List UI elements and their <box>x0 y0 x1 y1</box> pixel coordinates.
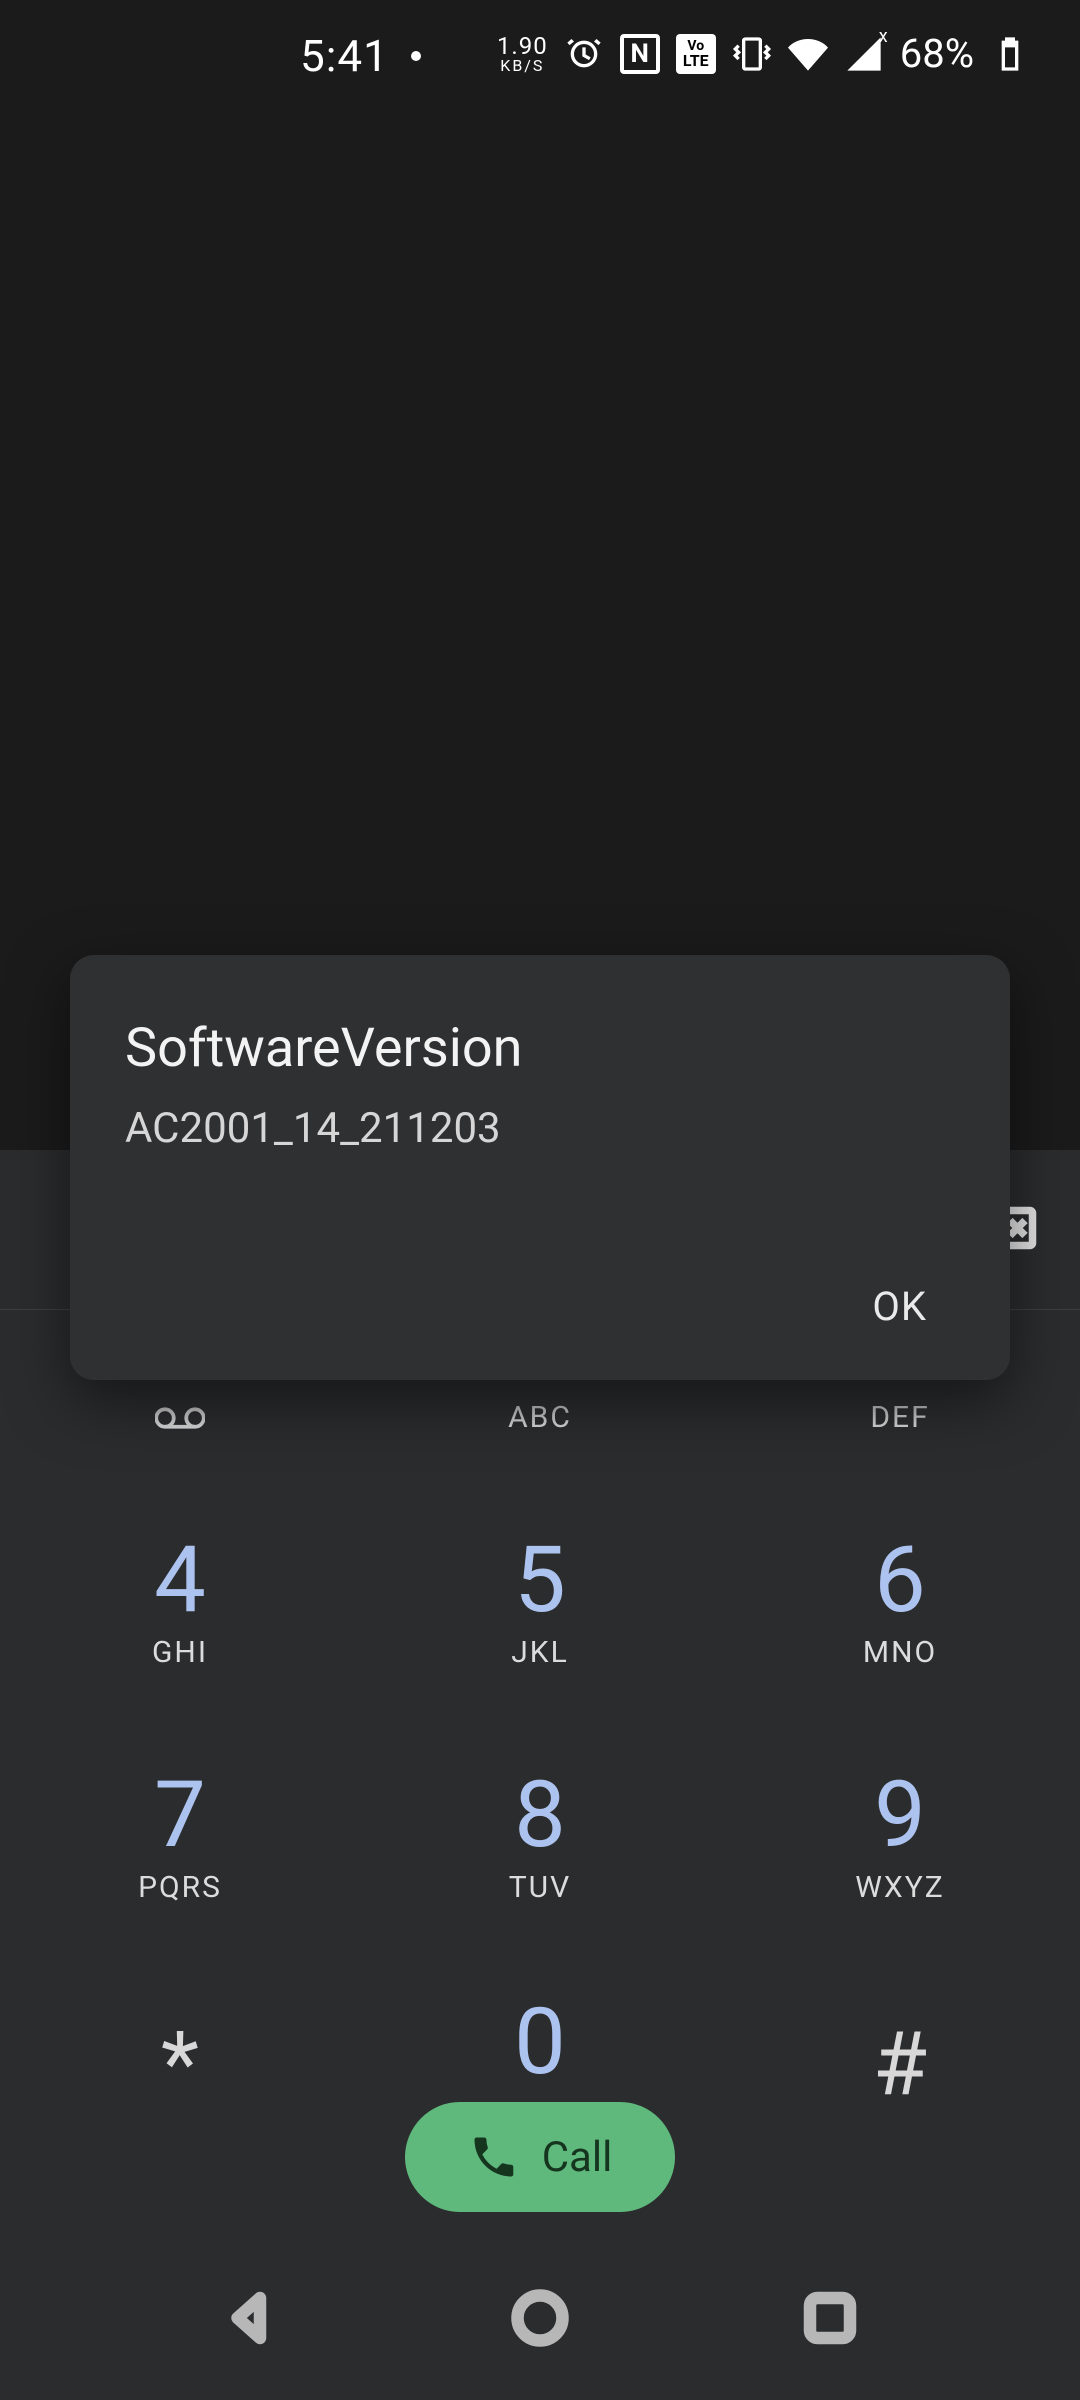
wifi-icon <box>788 34 828 74</box>
software-version-dialog: SoftwareVersion AC2001_14_211203 OK <box>70 955 1010 1380</box>
network-speed-indicator: 1.90 KB/S <box>497 34 548 74</box>
call-button-label: Call <box>542 2133 613 2182</box>
navigation-bar <box>0 2260 1080 2380</box>
phone-icon <box>468 2131 520 2183</box>
key-star[interactable]: * <box>0 1955 360 2175</box>
volte-icon: Vo LTE <box>676 34 716 74</box>
cellular-signal-icon: x <box>844 34 884 74</box>
key-4[interactable]: 4 GHI <box>0 1485 360 1720</box>
dial-pad: 1 2 ABC 3 DEF 4 GHI 5 JKL 6 MNO 7 PQRS <box>0 1310 1080 2400</box>
status-time: 5:41 <box>300 30 389 82</box>
back-button[interactable] <box>220 2288 280 2352</box>
key-5[interactable]: 5 JKL <box>360 1485 720 1720</box>
key-7[interactable]: 7 PQRS <box>0 1720 360 1955</box>
key-6[interactable]: 6 MNO <box>720 1485 1080 1720</box>
status-notification-dot <box>411 51 421 61</box>
key-hash[interactable]: # <box>720 1955 1080 2175</box>
key-9[interactable]: 9 WXYZ <box>720 1720 1080 1955</box>
battery-percentage: 68% <box>900 30 974 77</box>
key-8[interactable]: 8 TUV <box>360 1720 720 1955</box>
call-button[interactable]: Call <box>405 2102 675 2212</box>
home-button[interactable] <box>510 2288 570 2352</box>
voicemail-icon <box>155 1392 205 1436</box>
status-bar: 5:41 1.90 KB/S N Vo LTE x 68% <box>0 0 1080 100</box>
dialog-body: AC2001_14_211203 <box>125 1104 955 1153</box>
vibrate-icon <box>732 34 772 74</box>
recents-button[interactable] <box>800 2288 860 2352</box>
dialog-ok-button[interactable]: OK <box>844 1273 955 1340</box>
battery-icon <box>990 34 1030 74</box>
nfc-icon: N <box>620 34 660 74</box>
alarm-icon <box>564 34 604 74</box>
dialog-title: SoftwareVersion <box>125 1017 955 1080</box>
